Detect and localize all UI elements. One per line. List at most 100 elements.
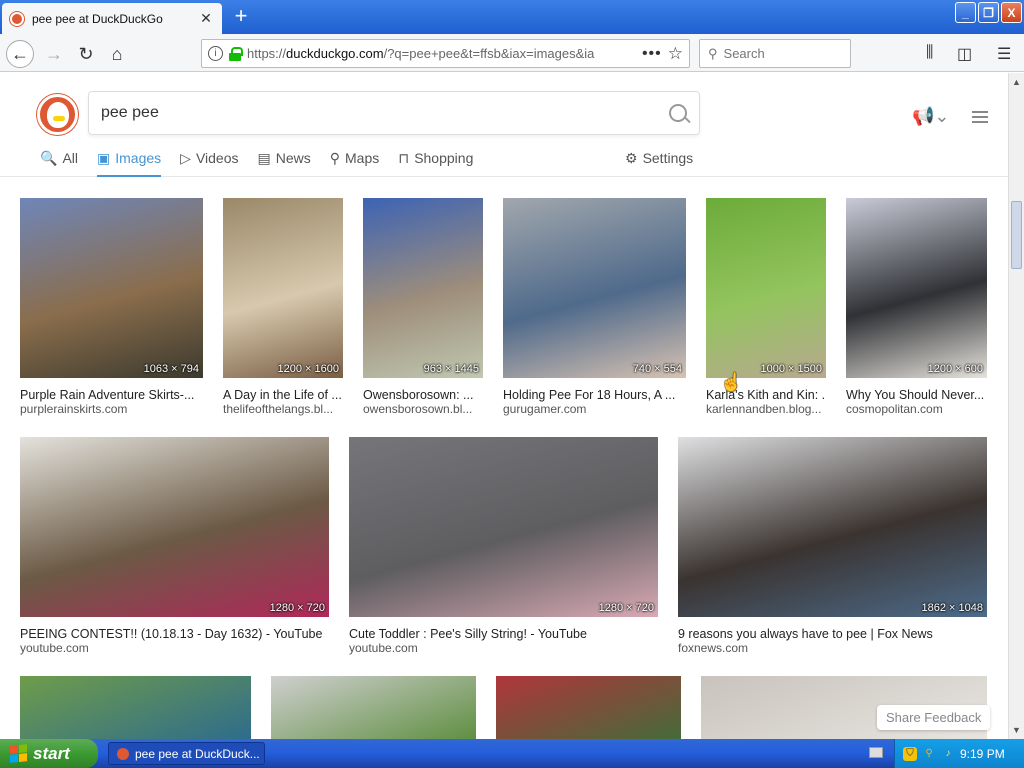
tab-images[interactable]: ▣ Images [97,148,162,177]
image-thumbnail[interactable] [271,676,476,739]
close-window-button[interactable]: X [1001,2,1022,23]
image-result-tile[interactable]: 1200 × 1600 A Day in the Life of ... theli… [223,198,343,416]
image-result-tile[interactable]: 1063 × 794 Purple Rain Adventure Skirts-.… [20,198,203,416]
shield-icon[interactable]: ⛉ [903,746,917,761]
maximize-button[interactable]: ❐ [978,2,999,23]
menu-icon[interactable]: ☰ [997,44,1011,64]
scroll-down-icon[interactable]: ▼ [1012,725,1021,735]
info-icon[interactable]: i [208,46,223,61]
minimize-button[interactable]: _ [955,2,976,23]
ddg-search-input[interactable] [101,104,669,122]
image-result-title[interactable]: Purple Rain Adventure Skirts-... [20,388,203,402]
image-thumbnail[interactable] [496,676,681,739]
image-dimensions: 1063 × 794 [143,363,199,375]
page-scrollbar[interactable]: ▲ ▼ [1008,73,1024,739]
scroll-thumb[interactable] [1011,201,1022,269]
image-result-tile[interactable]: 1280 × 720 PEEING CONTEST!! (10.18.13 - D… [20,437,329,655]
browser-tab[interactable]: pee pee at DuckDuckGo ✕ [2,3,222,34]
image-result-tile[interactable]: 963 × 1445 Owensborosown: ... owensborosow… [363,198,483,416]
search-icon[interactable]: ⚲ [922,747,936,761]
bookmark-star-icon[interactable]: ☆ [668,44,683,64]
image-result-source[interactable]: cosmopolitan.com [846,402,987,416]
scroll-up-icon[interactable]: ▲ [1012,77,1021,87]
image-thumbnail[interactable]: 1000 × 1500 [706,198,826,378]
tab-videos[interactable]: ▷ Videos [180,148,238,177]
tab-news[interactable]: ▤ News [258,148,311,177]
ddg-nav-tabs: 🔍 All ▣ Images ▷ Videos ▤ News ⚲ Maps ⊓ Shoppi… [40,148,492,177]
url-bar[interactable]: i https://duckduckgo.com/?q=pee+pee&t=ff… [201,39,690,68]
image-thumbnail[interactable]: 1280 × 720 [349,437,658,617]
browser-search-bar[interactable]: ⚲ [699,39,851,68]
image-thumbnail[interactable]: 963 × 1445 [363,198,483,378]
search-icon: ⚲ [708,45,718,61]
image-thumbnail[interactable]: 740 × 554 [503,198,686,378]
start-button[interactable]: start [0,739,98,768]
sidebar-icon[interactable]: ◫ [957,44,972,64]
image-result-title[interactable]: Cute Toddler : Pee's Silly String! - You… [349,627,658,641]
settings-button[interactable]: ⚙ Settings [625,150,693,167]
image-thumbnail[interactable]: 1862 × 1048 [678,437,987,617]
ddg-menu-icon[interactable] [971,110,988,123]
image-result-source[interactable]: karlennandben.blog... [706,402,826,416]
image-result-title[interactable]: Owensborosown: ... [363,388,483,402]
ddg-header: 📢⌄ 🔍All ▣Images ▷Videos ▤News ⚲Maps ⊓Sho… [0,73,1008,177]
ddg-search-box [88,91,700,135]
image-result-tile[interactable]: 1280 × 720 Cute Toddler : Pee's Silly Str… [349,437,658,655]
url-text[interactable]: https://duckduckgo.com/?q=pee+pee&t=ffsb… [247,46,636,61]
megaphone-icon[interactable]: 📢⌄ [912,106,950,127]
image-result-title[interactable]: 9 reasons you always have to pee | Fox N… [678,627,987,641]
image-result-source[interactable]: gurugamer.com [503,402,686,416]
taskbar-window-button[interactable]: pee pee at DuckDuck... [108,742,265,765]
new-tab-button[interactable]: + [228,4,254,30]
image-thumbnail[interactable] [20,676,251,739]
url-path: /?q=pee+pee&t=ffsb&iax=images&ia [383,46,595,61]
page-actions-icon[interactable]: ••• [642,45,662,63]
lock-icon[interactable] [229,46,243,61]
image-result-source[interactable]: youtube.com [349,641,658,655]
image-result-tile[interactable] [20,676,251,739]
image-result-source[interactable]: purplerainskirts.com [20,402,203,416]
image-result-title[interactable]: A Day in the Life of ... [223,388,343,402]
home-button[interactable]: ⌂ [103,40,131,68]
ddg-header-actions: 📢⌄ [912,106,988,127]
image-dimensions: 1280 × 720 [598,602,654,614]
image-thumbnail[interactable]: 1200 × 600 [846,198,987,378]
image-result-source[interactable]: owensborosown.bl... [363,402,483,416]
image-result-tile[interactable]: 1200 × 600 Why You Should Never... cosmopo… [846,198,987,416]
share-feedback-button[interactable]: Share Feedback [877,705,991,730]
image-result-tile[interactable] [496,676,681,739]
browser-tab-bar: pee pee at DuckDuckGo ✕ + _ ❐ X [0,0,1024,34]
search-submit-icon[interactable] [669,104,687,122]
tab-all[interactable]: 🔍 All [40,148,78,177]
image-result-title[interactable]: Holding Pee For 18 Hours, A ... [503,388,686,402]
forward-button[interactable]: → [40,40,68,68]
reload-icon: ↻ [78,43,94,64]
image-result-tile[interactable]: 740 × 554 Holding Pee For 18 Hours, A ...… [503,198,686,416]
tab-label: News [275,150,311,166]
browser-search-input[interactable] [723,46,824,61]
image-result-tile[interactable] [271,676,476,739]
image-result-source[interactable]: foxnews.com [678,641,987,655]
tab-shopping[interactable]: ⊓ Shopping [398,148,473,177]
image-thumbnail[interactable]: 1200 × 1600 [223,198,343,378]
image-result-title[interactable]: Why You Should Never... [846,388,987,402]
tab-close-icon[interactable]: ✕ [198,10,214,27]
play-icon: ▷ [180,150,191,166]
image-thumbnail[interactable]: 1280 × 720 [20,437,329,617]
back-button[interactable]: ← [6,40,34,68]
library-icon[interactable]: ⫼ [926,44,933,62]
clock[interactable]: 9:19 PM [960,747,1005,761]
keyboard-icon[interactable] [869,747,883,758]
speaker-icon[interactable]: ♪ [941,747,955,761]
reload-button[interactable]: ↻ [72,40,100,68]
tab-maps[interactable]: ⚲ Maps [330,148,380,177]
image-result-title[interactable]: PEEING CONTEST!! (10.18.13 - Day 1632) -… [20,627,329,641]
image-result-source[interactable]: youtube.com [20,641,329,655]
image-result-tile[interactable]: 1862 × 1048 9 reasons you always have to … [678,437,987,655]
image-result-source[interactable]: thelifeofthelangs.bl... [223,402,343,416]
duckduckgo-logo[interactable] [37,94,78,135]
tab-label: Shopping [414,150,474,166]
image-thumbnail[interactable]: 1063 × 794 [20,198,203,378]
tab-label: Maps [345,150,380,166]
image-dimensions: 963 × 1445 [423,363,479,375]
